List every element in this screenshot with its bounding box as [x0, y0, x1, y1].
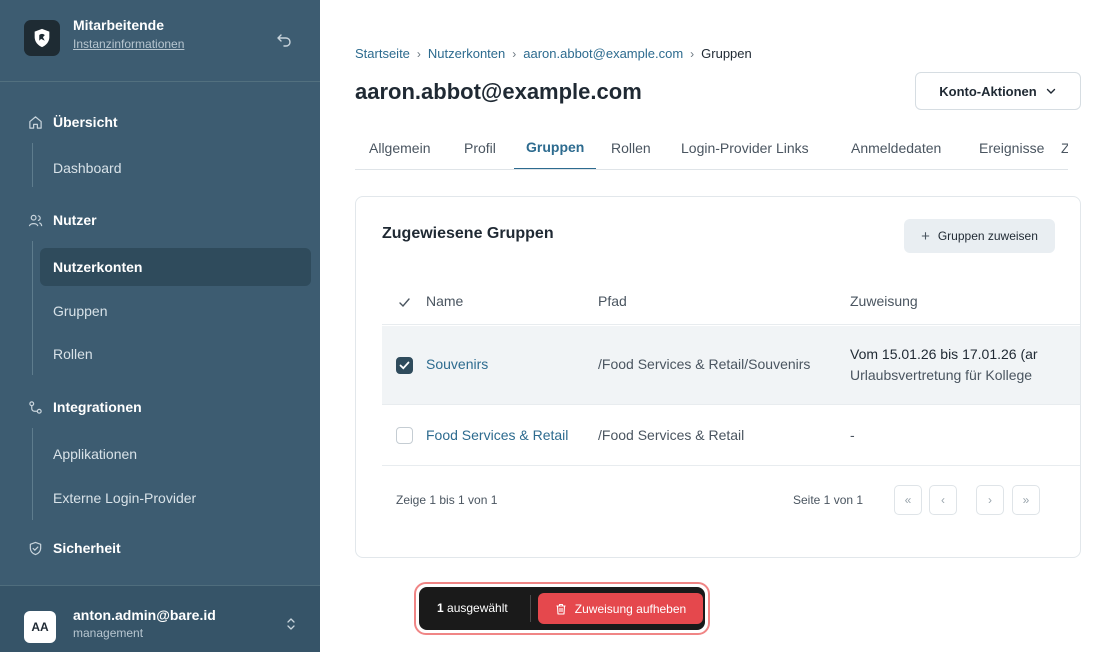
- tab-roles[interactable]: Rollen: [611, 126, 651, 169]
- assign-groups-label: Gruppen zuweisen: [937, 229, 1038, 243]
- breadcrumb: Startseite › Nutzerkonten › aaron.abbot@…: [355, 46, 752, 61]
- remove-assignment-button[interactable]: Zuweisung aufheben: [538, 593, 703, 624]
- tab-credentials[interactable]: Anmeldedaten: [851, 126, 941, 169]
- nav-divider: [32, 143, 33, 187]
- card-title: Zugewiesene Gruppen: [382, 225, 554, 242]
- tab-groups[interactable]: Gruppen: [514, 126, 597, 169]
- avatar: AA: [24, 611, 56, 643]
- previous-page-button[interactable]: ‹: [929, 485, 957, 515]
- group-name-link[interactable]: Souvenirs: [426, 356, 488, 372]
- breadcrumb-user-accounts[interactable]: Nutzerkonten: [428, 46, 505, 61]
- select-all-checkbox[interactable]: [396, 294, 413, 311]
- account-actions-button[interactable]: Konto-Aktionen: [915, 72, 1081, 110]
- tab-login-provider-links[interactable]: Login-Provider Links: [681, 126, 809, 169]
- user-email: anton.admin@bare.id: [73, 607, 216, 623]
- selection-count: 1 ausgewählt: [437, 601, 508, 615]
- row-checkbox[interactable]: [396, 357, 413, 374]
- bulk-divider: [530, 595, 531, 622]
- column-header-path[interactable]: Pfad: [598, 293, 627, 309]
- sidebar-item-dashboard[interactable]: Dashboard: [40, 149, 311, 187]
- instance-info-link[interactable]: Instanzinformationen: [73, 37, 184, 51]
- assigned-groups-card: Zugewiesene Gruppen + Gruppen zuweisen N…: [355, 196, 1081, 558]
- shield-logo-icon: [24, 20, 60, 56]
- nav-section-users[interactable]: Nutzer: [0, 202, 320, 238]
- page-title: aaron.abbot@example.com: [355, 79, 642, 104]
- tab-general[interactable]: Allgemein: [369, 126, 430, 169]
- check-icon: [399, 361, 410, 370]
- tab-events[interactable]: Ereignisse: [979, 126, 1044, 169]
- trash-icon: [556, 603, 566, 615]
- tab-profile[interactable]: Profil: [464, 126, 496, 169]
- result-count: Zeige 1 bis 1 von 1: [396, 493, 498, 507]
- chevron-up-down-icon[interactable]: [284, 617, 298, 631]
- sidebar-item-groups[interactable]: Gruppen: [40, 292, 311, 330]
- home-icon: [29, 115, 42, 129]
- column-header-name[interactable]: Name: [426, 293, 463, 309]
- first-page-button[interactable]: «: [894, 485, 922, 515]
- breadcrumb-separator-icon: ›: [416, 46, 421, 61]
- nav-section-label: Übersicht: [53, 114, 118, 130]
- breadcrumb-user[interactable]: aaron.abbot@example.com: [523, 46, 683, 61]
- group-path: /Food Services & Retail: [598, 427, 745, 443]
- account-actions-label: Konto-Aktionen: [939, 83, 1037, 99]
- sidebar-item-roles[interactable]: Rollen: [40, 335, 311, 373]
- breadcrumb-current: Gruppen: [701, 46, 752, 61]
- nav-section-label: Sicherheit: [53, 540, 121, 556]
- tab-bar: Allgemein Profil Gruppen Rollen Login-Pr…: [355, 126, 1068, 170]
- integrations-icon: [29, 400, 42, 414]
- nav-divider: [32, 241, 33, 375]
- check-icon: [399, 298, 410, 308]
- bulk-action-panel: 1 ausgewählt Zuweisung aufheben: [419, 587, 705, 630]
- nav-section-label: Integrationen: [53, 399, 142, 415]
- row-checkbox[interactable]: [396, 427, 413, 444]
- users-icon: [28, 214, 43, 226]
- assignment-period: Vom 15.01.26 bis 17.01.26 (ar: [850, 346, 1038, 362]
- assignment-note: Urlaubsvertretung für Kollege: [850, 367, 1033, 383]
- table-row[interactable]: Souvenirs /Food Services & Retail/Souven…: [382, 326, 1080, 405]
- nav-section-integrations[interactable]: Integrationen: [0, 389, 320, 425]
- remove-assignment-label: Zuweisung aufheben: [574, 601, 687, 616]
- assignment-period: -: [850, 427, 855, 443]
- sidebar-item-external-login-providers[interactable]: Externe Login-Provider: [40, 479, 311, 517]
- plus-icon: +: [921, 227, 930, 245]
- sidebar: Mitarbeitende Instanzinformationen Übers…: [0, 0, 320, 652]
- instance-title: Mitarbeitende: [73, 17, 165, 33]
- back-arrow-icon[interactable]: [276, 32, 292, 48]
- table-row[interactable]: Food Services & Retail /Food Services & …: [382, 406, 1080, 466]
- group-name-link[interactable]: Food Services & Retail: [426, 427, 568, 443]
- table-header: Name Pfad Zuweisung: [382, 279, 1080, 325]
- next-page-button[interactable]: ›: [976, 485, 1004, 515]
- instance-header[interactable]: Mitarbeitende Instanzinformationen: [0, 0, 320, 82]
- sidebar-item-user-accounts[interactable]: Nutzerkonten: [40, 248, 311, 286]
- nav-section-overview[interactable]: Übersicht: [0, 104, 320, 140]
- tab-overflow[interactable]: Zu: [1061, 126, 1068, 169]
- current-user-menu[interactable]: AA anton.admin@bare.id management: [0, 585, 320, 652]
- breadcrumb-separator-icon: ›: [512, 46, 517, 61]
- shield-check-icon: [29, 541, 42, 555]
- column-header-assignment[interactable]: Zuweisung: [850, 293, 918, 309]
- breadcrumb-separator-icon: ›: [690, 46, 695, 61]
- last-page-button[interactable]: »: [1012, 485, 1040, 515]
- chevron-down-icon: [1046, 88, 1055, 94]
- group-path: /Food Services & Retail/Souvenirs: [598, 356, 811, 372]
- nav-section-security[interactable]: Sicherheit: [0, 530, 320, 566]
- breadcrumb-home[interactable]: Startseite: [355, 46, 410, 61]
- assign-groups-button[interactable]: + Gruppen zuweisen: [904, 219, 1055, 253]
- user-role: management: [73, 626, 144, 640]
- sidebar-item-applications[interactable]: Applikationen: [40, 435, 311, 473]
- nav-section-label: Nutzer: [53, 212, 97, 228]
- page-info: Seite 1 von 1: [793, 493, 864, 507]
- bulk-action-bar: 1 ausgewählt Zuweisung aufheben: [414, 582, 710, 635]
- nav-divider: [32, 428, 33, 520]
